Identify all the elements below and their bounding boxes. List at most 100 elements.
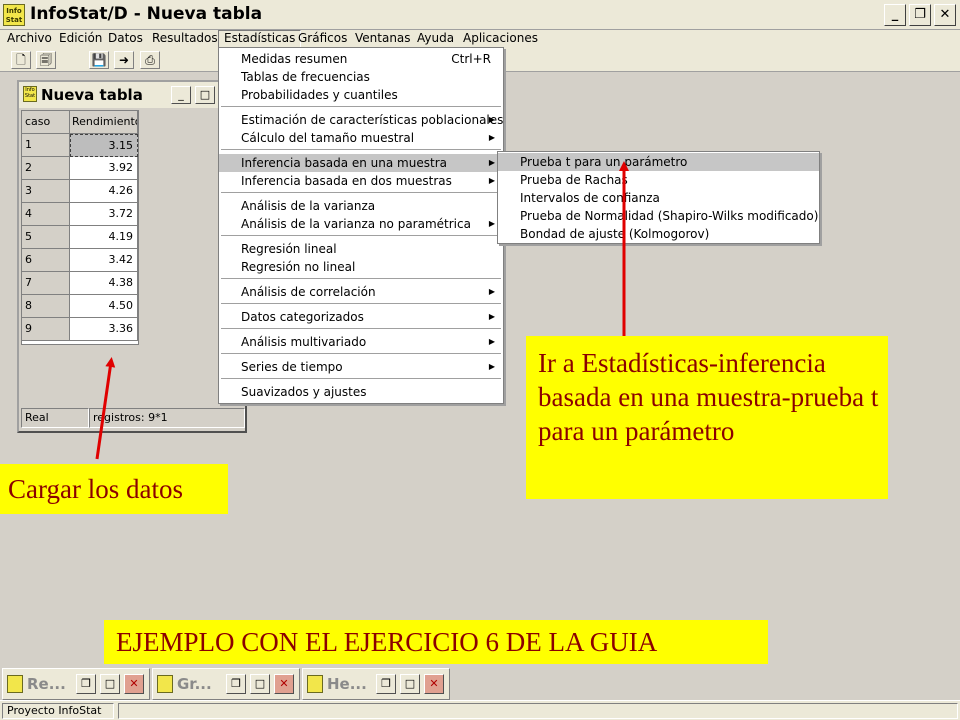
close-icon[interactable]: ✕ xyxy=(124,674,144,694)
estadisticas-menu-item[interactable]: Regresión no lineal xyxy=(219,258,503,276)
data-table-window: Info Stat Nueva tabla _ □ caso Rendimient… xyxy=(17,80,247,433)
restore-icon[interactable]: ❐ xyxy=(226,674,246,694)
menu-archivo[interactable]: Archivo xyxy=(2,30,57,48)
row-header[interactable]: 2 xyxy=(22,157,70,180)
close-icon[interactable]: ✕ xyxy=(424,674,444,694)
menu-item-label: Análisis de correlación xyxy=(241,285,376,299)
estadisticas-menu-item[interactable]: Análisis de la varianza xyxy=(219,197,503,215)
estadisticas-menu-item[interactable]: Análisis de la varianza no paramétrica ▶ xyxy=(219,215,503,233)
menu-item-label: Datos categorizados xyxy=(241,310,364,324)
estadisticas-menu-item[interactable]: Análisis multivariado ▶ xyxy=(219,333,503,351)
menu-graficos[interactable]: Gráficos xyxy=(293,30,352,48)
data-cell[interactable]: 4.50 xyxy=(70,295,138,318)
menu-aplicaciones[interactable]: Aplicaciones xyxy=(458,30,543,48)
maximize-icon[interactable]: □ xyxy=(100,674,120,694)
data-table-title-bar[interactable]: Info Stat Nueva tabla _ □ xyxy=(19,82,245,108)
column-header-caso[interactable]: caso xyxy=(22,111,70,134)
submenu-item[interactable]: Prueba de Rachas xyxy=(498,171,819,189)
submenu-arrow-icon: ▶ xyxy=(488,312,495,321)
data-cell[interactable]: 3.92 xyxy=(70,157,138,180)
row-header[interactable]: 1 xyxy=(22,134,70,157)
minimized-window[interactable]: Gr... ❐ □ ✕ xyxy=(152,668,300,700)
inferencia-una-muestra-submenu: Prueba t para un parámetro Prueba de Rach… xyxy=(497,151,820,244)
menu-separator xyxy=(221,149,501,150)
close-button[interactable]: ✕ xyxy=(934,4,956,26)
new-file-icon[interactable]: 🗋 xyxy=(11,51,31,69)
menu-item-label: Análisis de la varianza no paramétrica xyxy=(241,217,471,231)
column-header-rendimiento[interactable]: Rendimiento xyxy=(70,111,138,134)
menu-datos[interactable]: Datos xyxy=(103,30,148,48)
save-icon[interactable]: 💾 xyxy=(89,51,109,69)
close-icon[interactable]: ✕ xyxy=(274,674,294,694)
restore-button[interactable]: ❐ xyxy=(909,4,931,26)
estadisticas-dropdown-menu: Medidas resumen Ctrl+R Tablas de frecuenci… xyxy=(218,47,504,404)
bottom-status-bar: Proyecto InfoStat xyxy=(0,700,960,720)
submenu-item[interactable]: Bondad de ajuste (Kolmogorov) xyxy=(498,225,819,243)
data-cell[interactable]: 3.36 xyxy=(70,318,138,341)
print-icon[interactable]: ⎙ xyxy=(140,51,160,69)
maximize-icon[interactable]: □ xyxy=(250,674,270,694)
minimized-window[interactable]: Re... ❐ □ ✕ xyxy=(2,668,150,700)
estadisticas-menu-item[interactable]: Suavizados y ajustes xyxy=(219,383,503,401)
menu-item-label: Regresión lineal xyxy=(241,242,337,256)
estadisticas-menu-item[interactable]: Regresión lineal xyxy=(219,240,503,258)
submenu-item[interactable]: Prueba de Normalidad (Shapiro-Wilks modi… xyxy=(498,207,819,225)
export-icon[interactable]: ➜ xyxy=(114,51,134,69)
table-status-bar: Real registros: 9*1 xyxy=(21,408,245,428)
row-header[interactable]: 8 xyxy=(22,295,70,318)
menu-item-label: Suavizados y ajustes xyxy=(241,385,367,399)
row-header[interactable]: 9 xyxy=(22,318,70,341)
menu-resultados[interactable]: Resultados xyxy=(147,30,223,48)
row-header[interactable]: 7 xyxy=(22,272,70,295)
estadisticas-menu-item[interactable]: Datos categorizados ▶ xyxy=(219,308,503,326)
minimized-window[interactable]: He... ❐ □ ✕ xyxy=(302,668,450,700)
estadisticas-menu-item[interactable]: Probabilidades y cuantiles xyxy=(219,86,503,104)
annotation-menu-path: Ir a Estadísticas-inferencia basada en u… xyxy=(526,336,888,499)
row-header[interactable]: 3 xyxy=(22,180,70,203)
menu-ayuda[interactable]: Ayuda xyxy=(412,30,459,48)
menu-item-label: Estimación de características poblaciona… xyxy=(241,113,504,127)
status-panel xyxy=(118,703,958,719)
menu-separator xyxy=(221,303,501,304)
row-header[interactable]: 6 xyxy=(22,249,70,272)
submenu-arrow-icon: ▶ xyxy=(488,287,495,296)
data-cell[interactable]: 4.26 xyxy=(70,180,138,203)
table-logo-icon: Info Stat xyxy=(23,86,37,102)
data-cell[interactable]: 4.38 xyxy=(70,272,138,295)
minimize-button[interactable]: _ xyxy=(884,4,906,26)
estadisticas-menu-item[interactable]: Medidas resumen Ctrl+R xyxy=(219,50,503,68)
submenu-item[interactable]: Intervalos de confianza xyxy=(498,189,819,207)
subwindow-minimize-button[interactable]: _ xyxy=(171,86,191,104)
restore-icon[interactable]: ❐ xyxy=(76,674,96,694)
maximize-icon[interactable]: □ xyxy=(400,674,420,694)
menu-estadisticas[interactable]: Estadísticas xyxy=(218,30,302,48)
menu-item-label: Tablas de frecuencias xyxy=(241,70,370,84)
estadisticas-menu-item[interactable]: Inferencia basada en dos muestras ▶ xyxy=(219,172,503,190)
open-file-icon[interactable]: 🗐 xyxy=(36,51,56,69)
menu-item-label: Series de tiempo xyxy=(241,360,343,374)
menu-item-label: Inferencia basada en una muestra xyxy=(241,156,447,170)
submenu-arrow-icon: ▶ xyxy=(488,158,495,167)
menu-edicion[interactable]: Edición xyxy=(54,30,107,48)
restore-icon[interactable]: ❐ xyxy=(376,674,396,694)
submenu-item[interactable]: Prueba t para un parámetro xyxy=(498,153,819,171)
data-cell[interactable]: 3.15 xyxy=(70,134,138,157)
data-cell[interactable]: 4.19 xyxy=(70,226,138,249)
menu-item-label: Análisis multivariado xyxy=(241,335,367,349)
row-header[interactable]: 4 xyxy=(22,203,70,226)
data-cell[interactable]: 3.42 xyxy=(70,249,138,272)
estadisticas-menu-item[interactable]: Inferencia basada en una muestra ▶ xyxy=(219,154,503,172)
menu-item-label: Regresión no lineal xyxy=(241,260,356,274)
data-cell[interactable]: 3.72 xyxy=(70,203,138,226)
estadisticas-menu-item[interactable]: Estimación de características poblaciona… xyxy=(219,111,503,129)
row-header[interactable]: 5 xyxy=(22,226,70,249)
menu-ventanas[interactable]: Ventanas xyxy=(350,30,416,48)
submenu-arrow-icon: ▶ xyxy=(488,133,495,142)
menu-separator xyxy=(221,192,501,193)
submenu-arrow-icon: ▶ xyxy=(488,337,495,346)
estadisticas-menu-item[interactable]: Tablas de frecuencias xyxy=(219,68,503,86)
estadisticas-menu-item[interactable]: Series de tiempo ▶ xyxy=(219,358,503,376)
subwindow-restore-button[interactable]: □ xyxy=(195,86,215,104)
estadisticas-menu-item[interactable]: Análisis de correlación ▶ xyxy=(219,283,503,301)
estadisticas-menu-item[interactable]: Cálculo del tamaño muestral ▶ xyxy=(219,129,503,147)
